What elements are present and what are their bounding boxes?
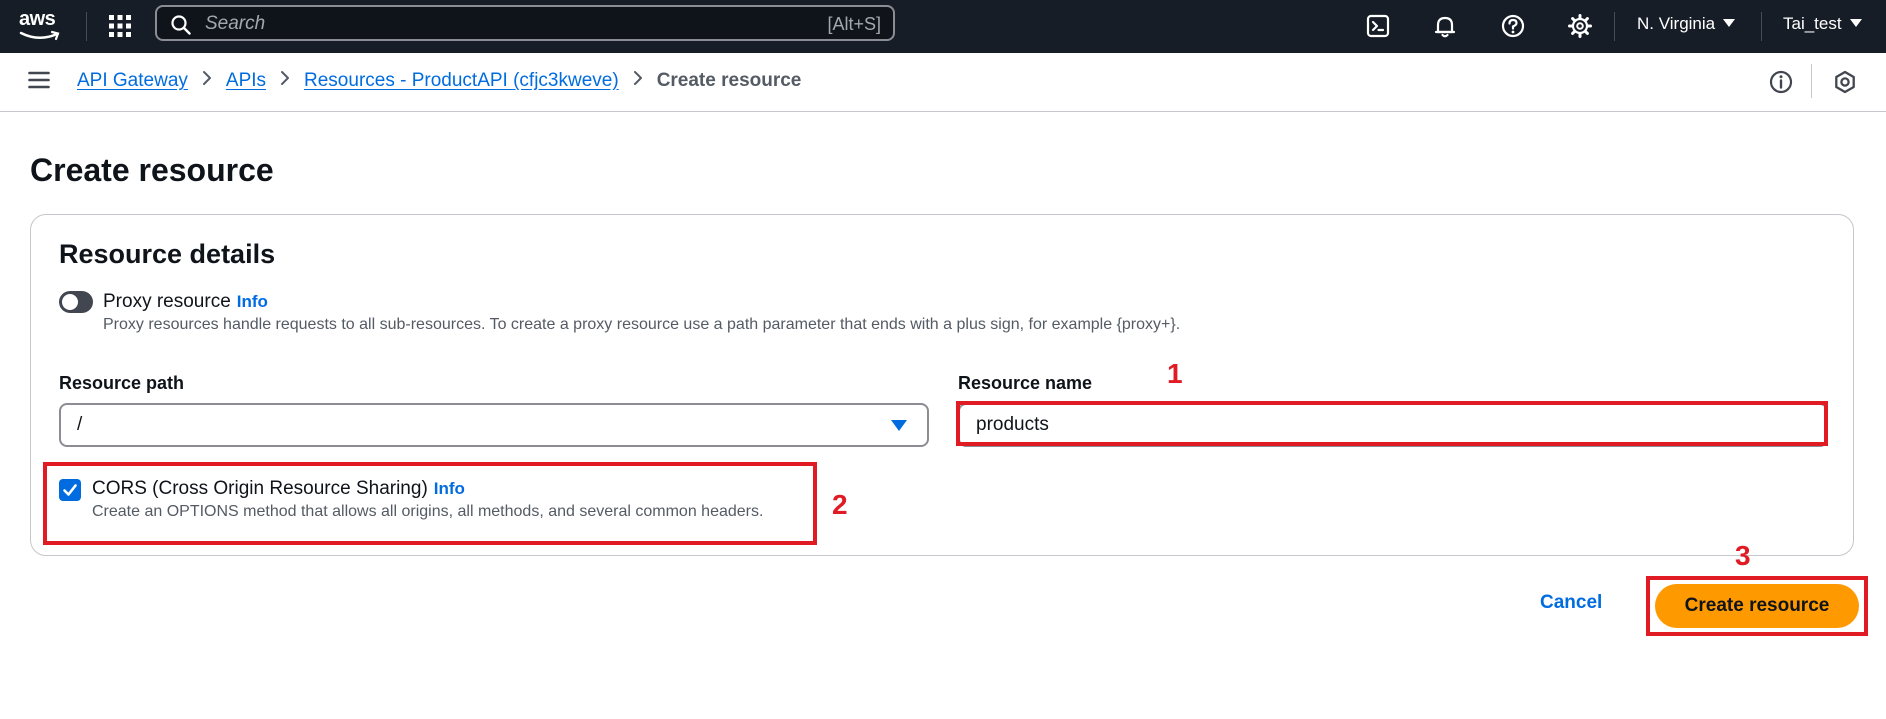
nav-divider [1614, 12, 1615, 41]
search-bar[interactable]: [Alt+S] [155, 5, 895, 41]
chevron-right-icon [633, 70, 643, 92]
breadcrumb-apis[interactable]: APIs [226, 70, 266, 92]
hamburger-menu-icon[interactable] [28, 70, 50, 95]
nav-divider [1761, 12, 1762, 41]
cancel-button[interactable]: Cancel [1540, 592, 1602, 614]
search-shortcut: [Alt+S] [827, 14, 881, 34]
aws-smile-icon [19, 30, 60, 41]
caret-down-icon [1723, 19, 1736, 27]
breadcrumb-api-gateway[interactable]: API Gateway [77, 70, 188, 92]
caret-down-icon [1849, 19, 1862, 27]
cloudshell-icon[interactable] [1364, 12, 1392, 40]
nav-divider [86, 12, 87, 41]
breadcrumb: API Gateway APIs Resources - ProductAPI … [77, 70, 801, 92]
card-title: Resource details [59, 239, 276, 269]
region-label: N. Virginia [1637, 14, 1716, 33]
resource-name-input[interactable] [958, 403, 1828, 447]
gear-icon[interactable] [1566, 12, 1594, 40]
proxy-resource-label: Proxy resource [103, 291, 231, 312]
proxy-resource-description: Proxy resources handle requests to all s… [103, 316, 1181, 333]
annotation-number-3: 3 [1735, 540, 1751, 571]
help-icon[interactable] [1499, 12, 1527, 40]
resource-details-card: Resource details Proxy resource Info Prox… [30, 214, 1854, 556]
breadcrumb-current: Create resource [656, 70, 802, 91]
region-selector[interactable]: N. Virginia [1637, 14, 1736, 34]
resource-name-label: Resource name [958, 373, 1093, 393]
resource-path-select[interactable]: / [59, 403, 929, 447]
chevron-right-icon [280, 70, 290, 92]
cors-label: CORS (Cross Origin Resource Sharing) [92, 478, 428, 499]
info-circle-icon[interactable] [1768, 69, 1794, 100]
search-icon [171, 15, 191, 35]
settings-hexagon-icon[interactable] [1832, 69, 1858, 100]
cors-description: Create an OPTIONS method that allows all… [92, 503, 764, 520]
breadcrumb-divider [1811, 64, 1812, 98]
breadcrumb-resources[interactable]: Resources - ProductAPI (cfjc3kweve) [304, 70, 619, 92]
annotation-number-2: 2 [832, 489, 848, 520]
bell-icon[interactable] [1431, 12, 1459, 40]
annotation-number-1: 1 [1167, 358, 1183, 389]
cors-info-link[interactable]: Info [434, 479, 465, 498]
proxy-info-link[interactable]: Info [237, 292, 268, 311]
search-input[interactable] [203, 11, 767, 37]
breadcrumb-bar: API Gateway APIs Resources - ProductAPI … [0, 53, 1886, 112]
account-menu[interactable]: Tai_test [1783, 14, 1862, 34]
check-icon [63, 484, 77, 496]
proxy-resource-label-row: Proxy resource Info [103, 291, 268, 313]
aws-logo-text: aws [19, 8, 56, 30]
services-grid-icon[interactable] [108, 14, 132, 38]
resource-path-label: Resource path [59, 373, 185, 393]
aws-logo[interactable]: aws [19, 8, 65, 44]
create-resource-button[interactable]: Create resource [1655, 584, 1859, 628]
proxy-resource-toggle[interactable] [59, 291, 93, 313]
top-navigation: aws [Alt+S] [0, 0, 1886, 53]
resource-path-value: / [77, 414, 83, 435]
cors-checkbox[interactable] [59, 479, 81, 501]
cors-label-row: CORS (Cross Origin Resource Sharing) Info [92, 478, 465, 500]
page-title: Create resource [30, 152, 274, 188]
account-label: Tai_test [1783, 14, 1842, 33]
chevron-right-icon [202, 70, 212, 92]
caret-down-icon [891, 420, 907, 431]
